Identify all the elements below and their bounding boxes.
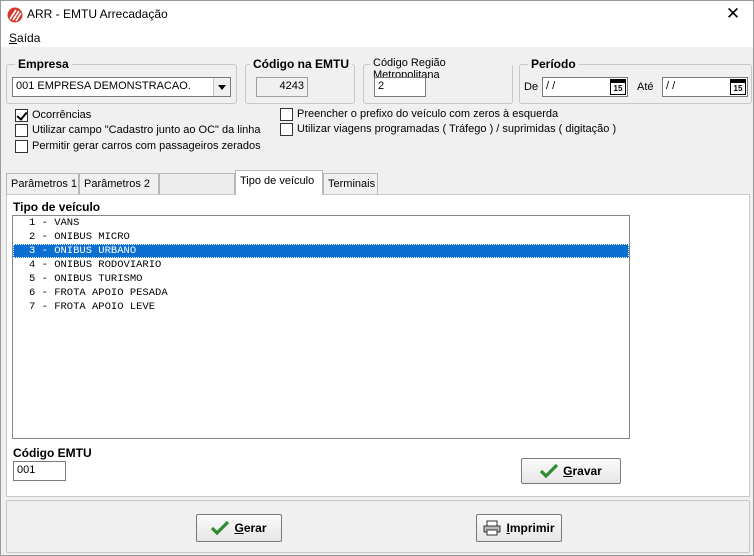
gravar-label: Gravar [563, 464, 602, 478]
empresa-legend: Empresa [15, 57, 72, 71]
tab-tipo-veiculo[interactable]: Tipo de veículo [235, 170, 323, 195]
cadastro-checkbox[interactable] [15, 124, 28, 137]
prefixo-checkbox[interactable] [280, 108, 293, 121]
gravar-button[interactable]: Gravar [521, 458, 621, 484]
gerar-label-rest: erar [243, 521, 267, 535]
tipo-veiculo-panel: Tipo de veículo 1 - VANS 2 - ONIBUS MICR… [6, 194, 750, 497]
periodo-ate-label: Até [637, 81, 654, 93]
periodo-ate-value: / / [666, 80, 676, 92]
tipo-veiculo-list[interactable]: 1 - VANS 2 - ONIBUS MICRO 3 - ONIBUS URB… [12, 215, 630, 439]
ocorrencias-checkbox[interactable] [15, 109, 28, 122]
tab-terminais[interactable]: Terminais [323, 173, 378, 194]
tab-parametros-1[interactable]: Parâmetros 1 [6, 173, 79, 194]
tab-parametros-2[interactable]: Parâmetros 2 [79, 173, 159, 194]
calendar-icon[interactable]: 15 [730, 79, 746, 95]
periodo-ate-field[interactable]: / / 15 [662, 77, 748, 97]
prefixo-label: Preencher o prefixo do veículo com zeros… [297, 108, 559, 120]
periodo-de-label: De [524, 81, 539, 93]
regiao-field[interactable]: 2 [374, 77, 426, 97]
codigo-emtu-legend: Código na EMTU [250, 57, 352, 71]
cadastro-label: Utilizar campo "Cadastro junto ao OC" da… [32, 124, 261, 136]
list-item-selected[interactable]: 3 - ONIBUS URBANO [13, 244, 629, 258]
imprimir-label: Imprimir [506, 521, 554, 535]
regiao-group: Código Região Metropolitana 2 [363, 57, 513, 104]
empresa-selected-value: 001 EMPRESA DEMONSTRACAO. [16, 80, 191, 92]
list-item[interactable]: 1 - VANS [13, 216, 629, 230]
calendar-ate-text: 15 [733, 84, 743, 93]
list-item[interactable]: 4 - ONIBUS RODOVIARIO [13, 258, 629, 272]
empresa-select[interactable]: 001 EMPRESA DEMONSTRACAO. [12, 77, 231, 97]
checkmark-icon [540, 463, 559, 479]
title-bar: ARR - EMTU Arrecadação ✕ [1, 1, 753, 29]
list-item[interactable]: 7 - FROTA APOIO LEVE [13, 300, 629, 314]
codigo-emtu-label: Código EMTU [13, 446, 92, 460]
chevron-down-icon[interactable] [213, 78, 230, 96]
codigo-emtu-input[interactable]: 001 [13, 461, 66, 481]
gerar-mnemonic: G [234, 521, 244, 535]
ocorrencias-label: Ocorrências [32, 109, 92, 121]
calendar-icon[interactable]: 15 [610, 79, 626, 95]
main-window: ARR - EMTU Arrecadação ✕ Saída Empresa 0… [0, 0, 754, 556]
app-logo-icon [7, 7, 23, 23]
tab-spacer [159, 173, 235, 194]
close-icon[interactable]: ✕ [723, 4, 743, 24]
viagens-checkbox[interactable] [280, 123, 293, 136]
menu-saida-label: aída [17, 31, 41, 45]
periodo-de-value: / / [546, 80, 556, 92]
gerar-label: Gerar [234, 521, 266, 535]
bottom-bar: Gerar Imprimir [6, 500, 750, 553]
tab-strip: Parâmetros 1 Parâmetros 2 Tipo de veícul… [6, 170, 750, 195]
printer-icon [483, 520, 501, 536]
checkmark-icon [211, 520, 230, 536]
imprimir-button[interactable]: Imprimir [476, 514, 562, 542]
menu-bar: Saída [1, 29, 753, 47]
imprimir-label-rest: mprimir [509, 521, 555, 535]
gerar-button[interactable]: Gerar [196, 514, 282, 542]
periodo-legend: Período [528, 57, 579, 71]
calendar-de-text: 15 [613, 84, 623, 93]
list-item[interactable]: 5 - ONIBUS TURISMO [13, 272, 629, 286]
window-title: ARR - EMTU Arrecadação [27, 7, 168, 21]
passageiros-label: Permitir gerar carros com passageiros ze… [32, 140, 261, 152]
codigo-emtu-field: 4243 [256, 77, 308, 97]
gravar-label-rest: ravar [572, 464, 602, 478]
passageiros-checkbox[interactable] [15, 140, 28, 153]
list-item[interactable]: 2 - ONIBUS MICRO [13, 230, 629, 244]
viagens-label: Utilizar viagens programadas ( Tráfego )… [297, 123, 617, 135]
list-item[interactable]: 6 - FROTA APOIO PESADA [13, 286, 629, 300]
menu-saida-mnemonic: S [9, 31, 18, 45]
periodo-group: Período De / / 15 Até / / 15 [519, 57, 752, 104]
empresa-group: Empresa 001 EMPRESA DEMONSTRACAO. [6, 57, 237, 104]
menu-item-saida[interactable]: Saída [9, 31, 40, 45]
panel-title: Tipo de veículo [13, 200, 101, 214]
codigo-emtu-group: Código na EMTU 4243 [245, 57, 355, 104]
periodo-de-field[interactable]: / / 15 [542, 77, 628, 97]
